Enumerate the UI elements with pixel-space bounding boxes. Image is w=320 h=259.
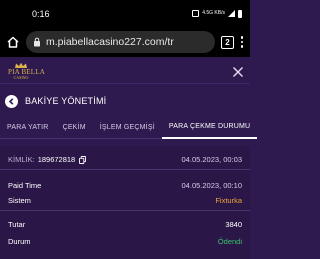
tab-withdrawal-status[interactable]: PARA ÇEKME DURUMU xyxy=(161,117,258,139)
paid-time-row: Paid Time 04.05.2023, 00:10 xyxy=(0,178,250,192)
signal-icon xyxy=(228,10,235,17)
home-icon[interactable] xyxy=(6,35,20,49)
tab-transaction-history[interactable]: İŞLEM GEÇMİŞİ xyxy=(93,117,162,139)
id-value: 189672818 xyxy=(37,155,76,164)
network-speed: 4.5G KB/s xyxy=(202,10,225,16)
browser-toolbar: m.piabellacasino227.com/tr 2 xyxy=(0,27,250,57)
notification-icon xyxy=(192,10,200,17)
status-bar: 0:16 4.5G KB/s xyxy=(0,0,250,27)
browser-menu-icon[interactable] xyxy=(240,36,244,48)
system-value: Fixturka xyxy=(215,195,242,205)
status-row: Durum Ödendi xyxy=(0,234,250,248)
logo-subtext: CASINO xyxy=(13,75,29,80)
tab-withdraw[interactable]: ÇEKİM xyxy=(56,117,93,139)
chevron-left-icon xyxy=(8,97,14,105)
amount-row: Tutar 3840 xyxy=(0,217,250,231)
system-label: Sistem xyxy=(8,195,31,205)
balance-tabs: PARA YATIR ÇEKİM İŞLEM GEÇMİŞİ PARA ÇEKM… xyxy=(0,117,258,139)
battery-icon xyxy=(238,9,242,18)
section-header: BAKİYE YÖNETİMİ xyxy=(0,88,250,114)
copy-icon[interactable] xyxy=(79,155,87,164)
status-time: 0:16 xyxy=(32,8,50,19)
tab-deposit[interactable]: PARA YATIR xyxy=(0,117,56,139)
section-title: BAKİYE YÖNETİMİ xyxy=(25,96,107,106)
system-row: Sistem Fixturka xyxy=(0,193,250,207)
paid-time-label: Paid Time xyxy=(8,180,42,190)
id-label: KİMLİK: xyxy=(8,155,35,164)
status-label: Durum xyxy=(8,236,31,246)
tabs-count-button[interactable]: 2 xyxy=(221,35,234,49)
app-header: PIA BELLA CASINO xyxy=(0,57,250,84)
withdrawal-details: KİMLİK: 189672818 04.05.2023, 00:03 Paid… xyxy=(0,146,250,259)
status-badge: Ödendi xyxy=(217,236,242,246)
paid-time-value: 04.05.2023, 00:10 xyxy=(181,180,242,190)
transaction-date: 04.05.2023, 00:03 xyxy=(181,155,242,164)
url-text: m.piabellacasino227.com/tr xyxy=(46,36,174,48)
lock-icon xyxy=(34,37,40,47)
brand-logo[interactable]: PIA BELLA CASINO xyxy=(8,62,45,80)
divider xyxy=(0,210,250,211)
amount-value: 3840 xyxy=(225,219,242,229)
close-icon[interactable] xyxy=(232,66,244,78)
back-button[interactable] xyxy=(5,94,18,108)
url-bar[interactable]: m.piabellacasino227.com/tr xyxy=(26,31,215,53)
transaction-id-row: KİMLİK: 189672818 04.05.2023, 00:03 xyxy=(0,150,250,170)
status-icons: 4.5G KB/s xyxy=(192,9,242,18)
amount-label: Tutar xyxy=(8,219,26,229)
